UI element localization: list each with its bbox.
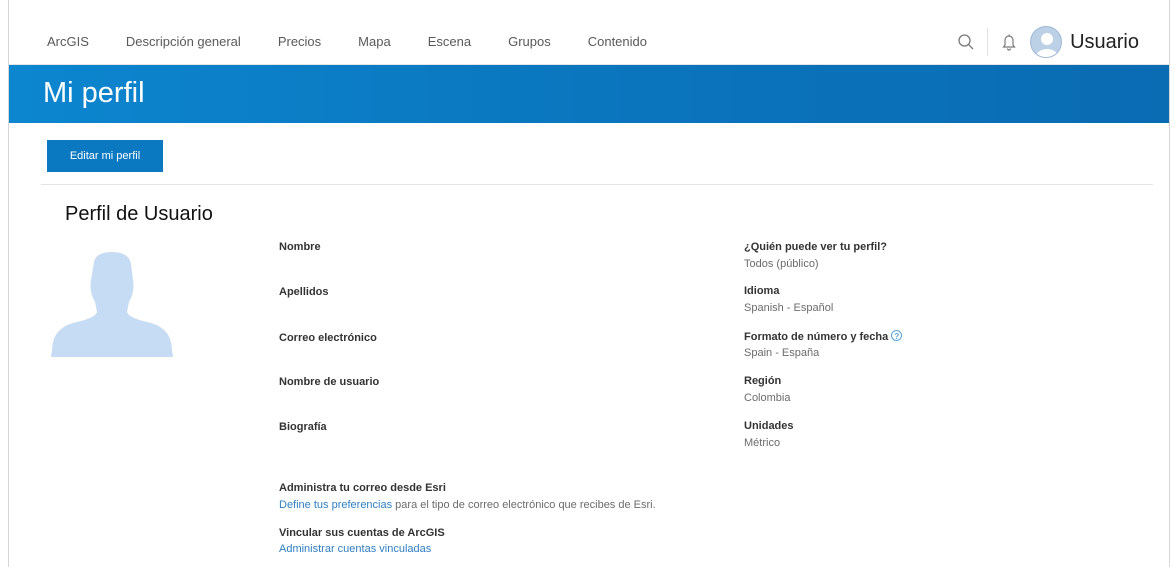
- language-label: Idioma: [744, 285, 780, 297]
- format-label: Formato de número y fecha: [744, 331, 889, 343]
- format-label-row: Formato de número y fecha?: [744, 330, 903, 343]
- email-prefs-text: Define tus preferencias para el tipo de …: [279, 499, 656, 511]
- user-avatar-icon[interactable]: [1030, 26, 1063, 58]
- visibility-value: Todos (público): [744, 258, 819, 270]
- nav-content[interactable]: Contenido: [588, 34, 647, 50]
- nav-overview[interactable]: Descripción general: [126, 34, 241, 50]
- nav-groups[interactable]: Grupos: [508, 34, 551, 50]
- nav-separator: [987, 28, 989, 56]
- manage-linked-accounts-link[interactable]: Administrar cuentas vinculadas: [279, 543, 431, 555]
- email-prefs-description: para el tipo de correo electrónico que r…: [392, 499, 656, 511]
- username-label: Nombre de usuario: [279, 376, 380, 388]
- linked-accounts-label: Vincular sus cuentas de ArcGIS: [279, 527, 445, 539]
- language-value: Spanish - Español: [744, 302, 834, 314]
- units-label: Unidades: [744, 420, 794, 432]
- nav-right: Usuario: [951, 22, 1139, 62]
- profile-avatar-placeholder-icon: [51, 252, 173, 357]
- region-value: Colombia: [744, 392, 791, 404]
- nav-map[interactable]: Mapa: [358, 34, 391, 50]
- page-frame: ArcGIS Descripción general Precios Mapa …: [8, 0, 1170, 567]
- search-icon[interactable]: [951, 27, 981, 57]
- email-prefs-label: Administra tu correo desde Esri: [279, 482, 446, 494]
- email-label: Correo electrónico: [279, 332, 377, 344]
- page-title: Mi perfil: [43, 77, 145, 109]
- format-value: Spain - España: [744, 347, 820, 359]
- edit-profile-button[interactable]: Editar mi perfil: [47, 140, 163, 172]
- email-preferences-link[interactable]: Define tus preferencias: [279, 499, 392, 511]
- nav-arcgis[interactable]: ArcGIS: [47, 34, 89, 50]
- last-name-label: Apellidos: [279, 286, 329, 298]
- section-divider: [41, 184, 1153, 185]
- bell-icon[interactable]: [994, 27, 1024, 57]
- profile-section-title: Perfil de Usuario: [65, 203, 213, 225]
- nav-links: ArcGIS Descripción general Precios Mapa …: [47, 34, 684, 50]
- user-name[interactable]: Usuario: [1070, 31, 1139, 54]
- help-icon[interactable]: ?: [891, 330, 903, 341]
- bio-label: Biografía: [279, 421, 327, 433]
- first-name-label: Nombre: [279, 241, 321, 253]
- nav-scene[interactable]: Escena: [428, 34, 471, 50]
- visibility-label: ¿Quién puede ver tu perfil?: [744, 241, 888, 253]
- region-label: Región: [744, 375, 782, 387]
- units-value: Métrico: [744, 437, 781, 449]
- linked-accounts-row: Administrar cuentas vinculadas: [279, 543, 431, 555]
- page-banner: Mi perfil: [9, 65, 1169, 123]
- top-navigation: ArcGIS Descripción general Precios Mapa …: [9, 0, 1169, 65]
- nav-pricing[interactable]: Precios: [278, 34, 321, 50]
